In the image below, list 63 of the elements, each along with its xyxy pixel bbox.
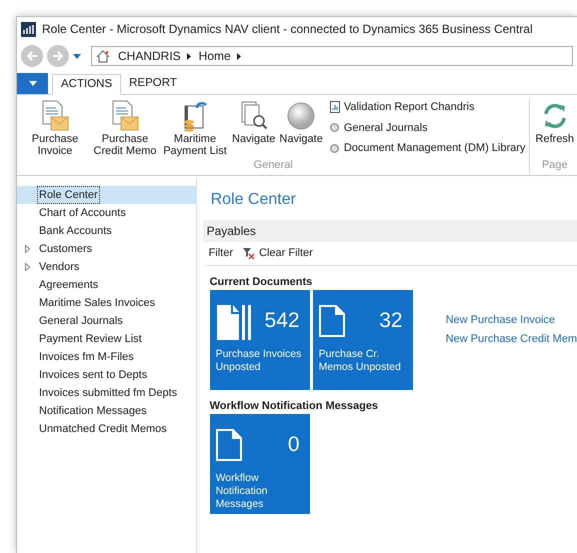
cue-tile[interactable]: 542 Purchase Invoices Unposted	[210, 290, 310, 390]
ribbon-button[interactable]: Navigate	[231, 99, 276, 157]
cue-tile[interactable]: 32 Purchase Cr. Memos Unposted	[312, 290, 413, 390]
address-bar[interactable]: CHANDRIS Home	[91, 46, 573, 66]
dot-icon	[330, 123, 340, 132]
app-logo-icon	[21, 22, 36, 36]
caret-right-icon	[186, 52, 191, 60]
ribbon-button[interactable]: Purchase Credit Memo	[91, 99, 159, 157]
ribbon-group-label: General	[254, 158, 293, 173]
ribbon-button[interactable]: Refresh	[534, 99, 575, 156]
filter-button[interactable]: Filter	[208, 245, 234, 262]
funnel-cross-icon	[243, 248, 256, 260]
document-envelope-icon	[110, 100, 140, 132]
sidebar-item[interactable]: Invoices submitted fm Depts	[17, 384, 196, 402]
caret-down-icon	[28, 81, 36, 86]
page-title: Role Center	[210, 190, 297, 210]
action-link[interactable]: New Purchase Invoice	[446, 312, 577, 328]
document-icon	[216, 429, 242, 461]
sidebar-item[interactable]: Customers	[17, 240, 196, 258]
forward-button[interactable]	[47, 45, 69, 67]
sidebar-item[interactable]: Vendors	[17, 258, 196, 276]
ribbon-small-button[interactable]: General Journals	[330, 120, 526, 136]
dot-icon	[330, 144, 340, 153]
window-title: Role Center - Microsoft Dynamics NAV client - connected to Dynamics 365 Business Central	[42, 21, 533, 38]
sidebar-item[interactable]: Bank Accounts	[17, 222, 196, 240]
cue-tile[interactable]: 0 Workflow Notification Messages	[210, 414, 310, 514]
ribbon-button[interactable]: Navigate	[278, 99, 324, 157]
document-icon	[318, 305, 345, 337]
pages-magnifier-icon	[238, 100, 269, 132]
sidebar-item[interactable]: General Journals	[17, 312, 196, 330]
ribbon-small-button[interactable]: Document Management (DM) Library	[330, 140, 526, 156]
breadcrumb-link[interactable]: Home	[198, 47, 231, 65]
sidebar-item[interactable]: Agreements	[17, 276, 196, 294]
circle-icon	[286, 100, 316, 132]
forward-arrow-icon	[52, 50, 64, 62]
ribbon-button[interactable]: Purchase Invoice	[21, 99, 89, 157]
section-title: Workflow Notification Messages	[210, 399, 380, 414]
breadcrumb-link[interactable]: CHANDRIS	[118, 47, 181, 65]
sidebar-item[interactable]: Invoices sent to Depts	[17, 366, 196, 384]
ribbon-tab[interactable]: ACTIONS	[52, 74, 122, 95]
part-header: Payables	[202, 220, 577, 242]
ribbon-group-label: Page	[542, 158, 568, 172]
caret-right-icon	[236, 52, 241, 60]
sidebar-item[interactable]: Role Center	[17, 186, 196, 204]
home-icon	[96, 50, 110, 62]
ribbon-small-button[interactable]: Validation Report Chandris	[330, 99, 526, 116]
sidebar-item[interactable]: Invoices fm M-Files	[17, 348, 196, 366]
clear-filter-button[interactable]: Clear Filter	[243, 245, 313, 262]
action-link[interactable]: New Purchase Credit Mem	[446, 330, 577, 347]
sidebar-item[interactable]: Maritime Sales Invoices	[17, 294, 196, 312]
ribbon-button[interactable]: Maritime Payment List	[161, 99, 229, 157]
section-title: Current Documents	[210, 275, 314, 290]
sidebar-item[interactable]: Payment Review List	[17, 330, 196, 348]
ribbon-tab[interactable]: REPORT	[121, 73, 185, 94]
sidebar-item[interactable]: Chart of Accounts	[17, 204, 196, 222]
app-menu-button[interactable]	[17, 73, 48, 94]
report-icon	[330, 101, 340, 114]
document-envelope-icon	[40, 100, 70, 132]
sidebar-item[interactable]: Unmatched Credit Memos	[17, 420, 196, 438]
back-arrow-icon	[26, 50, 38, 62]
back-button[interactable]	[21, 45, 43, 67]
sidebar-item[interactable]: Notification Messages	[17, 402, 196, 420]
dropdown-caret-icon	[73, 54, 81, 58]
